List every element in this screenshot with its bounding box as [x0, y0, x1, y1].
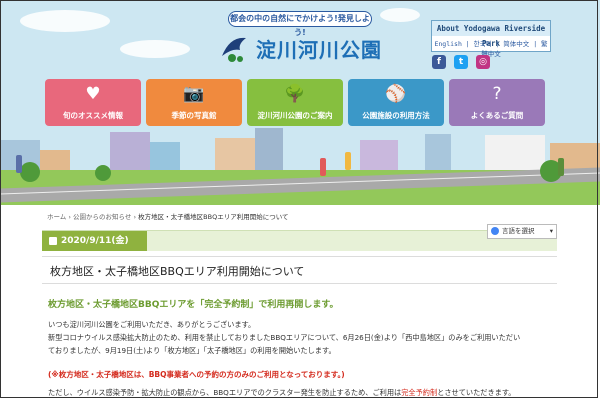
date-bar: 2020/9/11(金) — [42, 230, 557, 251]
facebook-icon[interactable]: f — [432, 55, 446, 69]
language-select-label: 言語を選択 — [502, 227, 535, 235]
sports-icon: ⚾ — [385, 84, 407, 104]
person — [16, 155, 22, 173]
article-title: 枚方地区・太子橋地区BBQエリア利用開始について — [50, 265, 305, 278]
camera-icon: 📷 — [183, 84, 205, 104]
nav-tile-recommend[interactable]: ♥ 旬のオススメ情報 — [45, 79, 141, 126]
nav-label: よくあるご質問 — [470, 111, 524, 120]
heart-icon: ♥ — [85, 84, 101, 104]
nav-label: 淀川河川公園のご案内 — [257, 111, 333, 120]
cloud — [20, 10, 110, 32]
tree-icon: 🌳 — [284, 84, 306, 104]
body-paragraph: ておりましたが、9月19日(土)より「枚方地区」「太子橋地区」の利用を開始いたし… — [48, 346, 336, 355]
body-paragraph: 新型コロナウイルス感染拡大防止のため、利用を禁止しておりましたBBQエリアについ… — [48, 333, 521, 342]
tree — [95, 165, 111, 181]
about-panel: About Yodogawa Riverside Park English | … — [431, 20, 551, 58]
nav-tile-faq[interactable]: ? よくあるご質問 — [449, 79, 545, 126]
logo-text: 淀川河川公園 — [256, 38, 382, 62]
instagram-icon[interactable]: ◎ — [476, 55, 490, 69]
chevron-down-icon: ▾ — [549, 227, 553, 235]
about-link[interactable]: About Yodogawa Riverside Park — [432, 21, 550, 48]
body-paragraph: ただし、ウイルス感染予防・拡大防止の観点から、BBQエリアでのクラスター発生を防… — [48, 388, 553, 398]
article-lead: 枚方地区・太子橋地区BBQエリアを「完全予約制」で利用再開します。 — [48, 300, 339, 310]
body-text: ただし、ウイルス感染予防・拡大防止の観点から、BBQエリアでのクラスター発生を防… — [48, 388, 402, 397]
nav-label: 公園施設の利用方法 — [362, 111, 430, 120]
article-date: 2020/9/11(金) — [61, 236, 129, 246]
cloud — [380, 8, 420, 22]
runner — [320, 158, 326, 176]
language-select-button[interactable]: 言語を選択 ▾ — [487, 224, 557, 239]
breadcrumb: ホーム › 公園からのお知らせ › 枚方地区・太子橋地区BBQエリア利用開始につ… — [47, 211, 497, 221]
runner — [345, 152, 351, 170]
person — [558, 158, 564, 176]
language-links[interactable]: English | 한국어 | 简体中文 | 繁體中文 — [432, 38, 550, 58]
nav-label: 季節の写真館 — [171, 111, 217, 120]
tree — [20, 162, 40, 182]
breadcrumb-home[interactable]: ホーム — [47, 213, 66, 221]
body-paragraph: いつも淀川河川公園をご利用いただき、ありがとうございます。 — [48, 320, 256, 329]
site-slogan: 都会の中の自然にでかけよう!発見しよう! — [228, 11, 372, 37]
bird-logo-icon — [222, 37, 246, 62]
cloud — [120, 40, 190, 58]
nav-tile-guide[interactable]: 🌳 淀川河川公園のご案内 — [247, 79, 343, 126]
calendar-icon — [49, 236, 57, 245]
site-header: 都会の中の自然にでかけよう!発見しよう! 淀川河川公園 About Yodoga… — [0, 0, 600, 205]
body-text: とさせていただきます。 — [437, 388, 516, 397]
date-badge: 2020/9/11(金) — [42, 231, 147, 251]
question-icon: ? — [492, 84, 502, 104]
nav-tile-photos[interactable]: 📷 季節の写真館 — [146, 79, 242, 126]
highlight-reservation: 完全予約制 — [401, 388, 438, 397]
breadcrumb-current: 枚方地区・太子橋地区BBQエリア利用開始について — [138, 213, 289, 221]
google-translate-icon — [491, 227, 499, 235]
nav-label: 旬のオススメ情報 — [63, 111, 123, 120]
nav-tile-facilities[interactable]: ⚾ 公園施設の利用方法 — [348, 79, 444, 126]
warning-notice: (※枚方地区・太子橋地区は、BBQ事業者への予約の方のみのご利用となっております… — [48, 370, 345, 379]
twitter-icon[interactable]: t — [454, 55, 468, 69]
article-title-box: 枚方地区・太子橋地区BBQエリア利用開始について — [42, 256, 557, 284]
breadcrumb-news[interactable]: 公園からのお知らせ — [73, 213, 131, 221]
site-logo[interactable]: 淀川河川公園 — [218, 30, 388, 66]
